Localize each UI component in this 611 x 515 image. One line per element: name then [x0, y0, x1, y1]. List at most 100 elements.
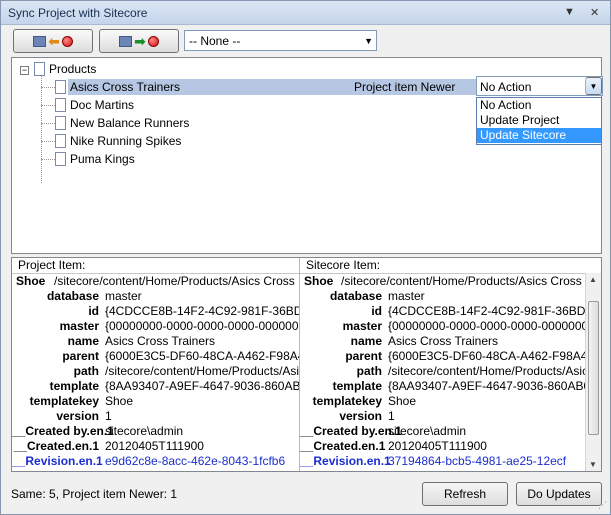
- property-row: version 1: [12, 409, 299, 424]
- property-name: __Revision.en.1: [300, 454, 391, 468]
- property-name: name: [350, 334, 382, 348]
- page-icon: [55, 152, 66, 166]
- tree-item-nike[interactable]: Nike Running Spikes: [55, 133, 181, 149]
- property-row: id {4CDCCE8B-14F2-4C92-981F-36BD61374E8: [300, 304, 601, 319]
- property-value: sitecore\admin: [105, 469, 183, 471]
- property-row: __Revision.en.1 37194864-bcb5-4981-ae25-1…: [300, 454, 585, 469]
- property-name: path: [73, 364, 99, 378]
- refresh-button[interactable]: Refresh: [422, 482, 508, 506]
- resize-grip-icon[interactable]: ⋰: [598, 500, 607, 511]
- arrow-left-icon: ⬅: [48, 33, 60, 49]
- property-row: templatekey Shoe: [300, 394, 585, 409]
- page-icon: [55, 98, 66, 112]
- scroll-down-icon[interactable]: ▼: [589, 460, 597, 469]
- property-name: version: [339, 409, 382, 423]
- property-value: /sitecore/content/Home/Products/Asics Cr…: [341, 274, 582, 288]
- property-value: sitecore\admin: [388, 469, 466, 471]
- property-value: master: [105, 289, 142, 303]
- filter-combo[interactable]: -- None -- ▼: [184, 30, 377, 51]
- action-select[interactable]: No Action ▼: [476, 76, 603, 96]
- property-value: {6000E3C5-DF60-48CA-A462-F98A4C8: [105, 349, 299, 363]
- property-row: path/sitecore/content/Home/Products/Asic: [300, 364, 589, 379]
- property-value: {00000000-0000-0000-0000-000000000: [105, 319, 299, 333]
- property-value: /sitecore/content/Home/Products/Asics Cr…: [54, 274, 295, 288]
- tree-item-doc-martins[interactable]: Doc Martins: [55, 97, 134, 113]
- page-icon: [55, 80, 66, 94]
- property-value: master: [388, 289, 425, 303]
- arrow-right-icon: ➡: [134, 33, 146, 49]
- property-value: /sitecore/content/Home/Products/Asic: [388, 364, 589, 378]
- page-icon: [55, 116, 66, 130]
- property-name: master: [342, 319, 382, 333]
- property-row: __Created by.en.1 sitecore\admin: [12, 424, 299, 439]
- property-value: {8AA93407-A9EF-4647-9036-860AB0: [388, 379, 591, 393]
- property-value: {8AA93407-A9EF-4647-9036-860AB0: [105, 379, 299, 393]
- option-update-sitecore[interactable]: Update Sitecore: [477, 128, 601, 143]
- property-value: Asics Cross Trainers: [105, 334, 216, 348]
- property-value: 1: [388, 409, 395, 423]
- do-updates-button[interactable]: Do Updates: [516, 482, 602, 506]
- property-value: sitecore\admin: [105, 424, 184, 438]
- property-row: name Asics Cross Trainers: [300, 334, 585, 349]
- scroll-up-icon[interactable]: ▲: [589, 275, 597, 284]
- database-icon: [119, 35, 133, 47]
- title-bar: Sync Project with Sitecore ▼ ✕: [1, 1, 610, 25]
- property-row: path/sitecore/content/Home/Products/Asic: [12, 364, 299, 379]
- item-sync-status: Project item Newer: [354, 80, 456, 94]
- property-value: Asics Cross Trainers: [388, 334, 499, 348]
- property-name: parent: [62, 349, 99, 363]
- property-value: /sitecore/content/Home/Products/Asic: [105, 364, 299, 378]
- property-row: parent {6000E3C5-DF60-48CA-A462-F98A4C8: [300, 349, 601, 364]
- sync-dialog: Sync Project with Sitecore ▼ ✕ ⬅ ➡ -- No…: [0, 0, 611, 515]
- property-row: database master: [12, 289, 299, 304]
- property-name: database: [46, 289, 99, 303]
- sitecore-item-pane: Sitecore Item: Shoe/sitecore/content/Hom…: [300, 258, 601, 471]
- folder-page-icon: [34, 62, 45, 76]
- property-row: Shoe/sitecore/content/Home/Products/Asic…: [300, 274, 585, 289]
- action-options-list: No Action Update Project Update Sitecore: [476, 97, 602, 145]
- pull-from-sitecore-button[interactable]: ⬅: [13, 29, 93, 53]
- property-row: templatekey Shoe: [12, 394, 299, 409]
- property-row: version 1: [300, 409, 585, 424]
- property-value: Shoe: [388, 394, 417, 408]
- property-row: __Updated by.en.1sitecore\admin: [300, 469, 585, 471]
- property-row: id {4CDCCE8B-14F2-4C92-981F-36BD61374E8: [12, 304, 299, 319]
- property-value: {4CDCCE8B-14F2-4C92-981F-36BD61374E8: [105, 304, 299, 318]
- tree-item-new-balance[interactable]: New Balance Runners: [55, 115, 189, 131]
- property-name: __Created by.en.1: [12, 424, 114, 438]
- property-row: database master: [300, 289, 585, 304]
- property-row: template {8AA93407-A9EF-4647-9036-860AB0: [300, 379, 591, 394]
- scroll-thumb[interactable]: [588, 301, 599, 435]
- property-name: template: [49, 379, 99, 393]
- tree-item-puma[interactable]: Puma Kings: [55, 151, 135, 167]
- property-row: __Created.en.1 20120405T111900: [300, 439, 585, 454]
- property-row: template {8AA93407-A9EF-4647-9036-860AB0: [12, 379, 299, 394]
- property-name: __Created.en.1: [13, 439, 99, 453]
- property-name: id: [88, 304, 99, 318]
- collapse-toggle[interactable]: −: [20, 66, 29, 75]
- property-name: database: [329, 289, 382, 303]
- tree-item-asics[interactable]: Asics Cross Trainers: [55, 79, 180, 95]
- property-value: {4CDCCE8B-14F2-4C92-981F-36BD61374E8: [388, 304, 601, 318]
- tree-root-products[interactable]: Products: [34, 61, 96, 77]
- sitecore-pane-header: Sitecore Item:: [306, 258, 381, 272]
- option-update-project[interactable]: Update Project: [477, 113, 601, 128]
- option-no-action[interactable]: No Action: [477, 98, 601, 113]
- close-icon[interactable]: ✕: [590, 6, 599, 19]
- property-row: __Updated by.en.1sitecore\admin: [12, 469, 299, 471]
- page-icon: [55, 134, 66, 148]
- property-value: 37194864-bcb5-4981-ae25-12ecf: [388, 454, 567, 468]
- property-value: sitecore\admin: [388, 424, 467, 438]
- property-value: 20120405T111900: [105, 439, 204, 453]
- push-to-sitecore-button[interactable]: ➡: [99, 29, 179, 53]
- vertical-scrollbar[interactable]: ▲ ▼: [585, 273, 601, 471]
- status-text: Same: 5, Project item Newer: 1: [11, 487, 178, 501]
- window-menu-icon[interactable]: ▼: [564, 6, 575, 18]
- property-row: parent {6000E3C5-DF60-48CA-A462-F98A4C8: [12, 349, 299, 364]
- chevron-down-icon[interactable]: ▼: [585, 77, 602, 95]
- property-name: parent: [345, 349, 382, 363]
- property-name: path: [356, 364, 382, 378]
- property-name: __Revision.en.1: [12, 454, 103, 468]
- chevron-down-icon: ▼: [364, 36, 373, 46]
- property-value: Shoe: [105, 394, 134, 408]
